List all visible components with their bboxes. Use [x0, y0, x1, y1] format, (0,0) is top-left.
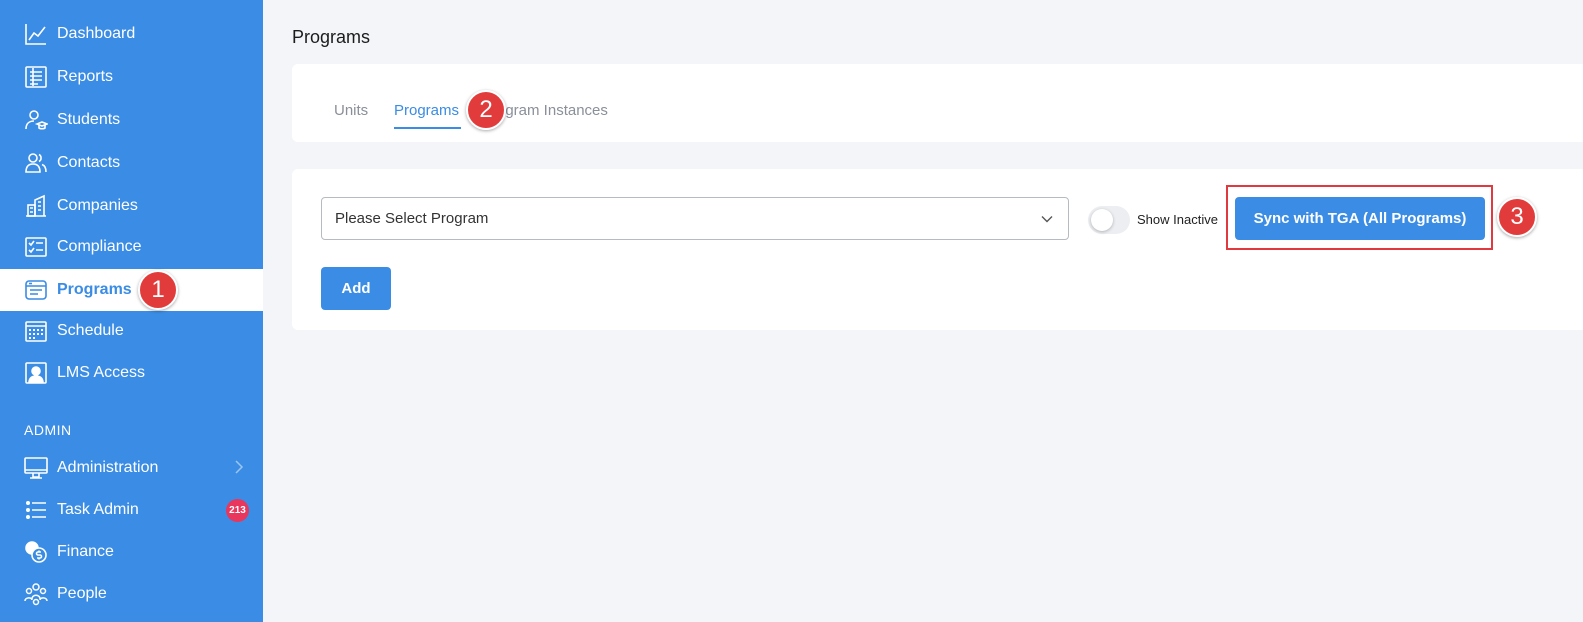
step-marker-3: 3: [1497, 197, 1537, 237]
show-inactive-label: Show Inactive: [1137, 212, 1218, 227]
programs-card: Please Select Program Show Inactive Sync…: [292, 169, 1583, 330]
report-list-icon: [24, 65, 48, 89]
monitor-icon: [24, 456, 48, 480]
sidebar-item-label: People: [57, 585, 107, 602]
building-icon: [24, 194, 48, 218]
sidebar: Dashboard Reports Students Contacts Comp…: [0, 0, 263, 622]
sidebar-item-finance[interactable]: Finance: [0, 531, 263, 573]
sidebar-item-contacts[interactable]: Contacts: [0, 142, 263, 184]
sidebar-item-programs[interactable]: Programs: [0, 269, 263, 311]
sidebar-item-label: Administration: [57, 459, 159, 476]
user-screen-icon: [24, 361, 48, 385]
sidebar-item-label: Programs: [57, 281, 132, 298]
sidebar-item-label: Contacts: [57, 154, 121, 171]
chevron-right-icon: [235, 460, 244, 474]
sidebar-item-reports[interactable]: Reports: [0, 56, 263, 98]
window-icon: [24, 278, 48, 302]
page-title: Programs: [292, 27, 371, 47]
sidebar-item-lms-access[interactable]: LMS Access: [0, 352, 263, 394]
chevron-down-icon: [1041, 216, 1053, 223]
sidebar-item-label: Compliance: [57, 238, 142, 255]
tab-programs[interactable]: Programs: [394, 102, 459, 119]
sidebar-item-administration[interactable]: Administration: [0, 447, 263, 489]
program-select[interactable]: Please Select Program: [321, 197, 1069, 240]
people-group-icon: [24, 582, 48, 606]
toggle-knob: [1091, 209, 1113, 231]
step-marker-1: 1: [138, 270, 178, 310]
checklist-icon: [24, 235, 48, 259]
add-button[interactable]: Add: [321, 267, 391, 310]
sidebar-item-companies[interactable]: Companies: [0, 185, 263, 227]
sidebar-item-compliance[interactable]: Compliance: [0, 226, 263, 268]
student-icon: [24, 108, 48, 132]
step-marker-2: 2: [466, 90, 506, 130]
sidebar-item-task-admin[interactable]: Task Admin 213: [0, 489, 263, 531]
sidebar-item-label: LMS Access: [57, 364, 146, 381]
sidebar-item-students[interactable]: Students: [0, 99, 263, 141]
sidebar-item-label: Schedule: [57, 322, 124, 339]
show-inactive-toggle[interactable]: [1088, 206, 1130, 234]
chart-line-icon: [24, 22, 48, 46]
list-icon: [24, 498, 48, 522]
sidebar-item-label: Companies: [57, 197, 138, 214]
admin-section-label: ADMIN: [24, 422, 72, 438]
sidebar-item-label: Finance: [57, 543, 114, 560]
sidebar-item-label: Reports: [57, 68, 114, 85]
program-select-placeholder: Please Select Program: [335, 210, 489, 227]
contacts-icon: [24, 151, 48, 175]
coins-icon: [24, 540, 48, 564]
active-tab-indicator: [394, 127, 461, 129]
sidebar-item-schedule[interactable]: Schedule: [0, 310, 263, 352]
task-count-badge: 213: [226, 499, 249, 522]
sidebar-item-label: Students: [57, 111, 121, 128]
sidebar-item-label: Task Admin: [57, 501, 139, 518]
sidebar-item-label: Dashboard: [57, 25, 136, 42]
tab-units[interactable]: Units: [334, 102, 368, 119]
calendar-grid-icon: [24, 319, 48, 343]
sync-tga-button[interactable]: Sync with TGA (All Programs): [1235, 197, 1485, 240]
sidebar-item-people[interactable]: People: [0, 573, 263, 615]
sidebar-item-dashboard[interactable]: Dashboard: [0, 13, 263, 55]
